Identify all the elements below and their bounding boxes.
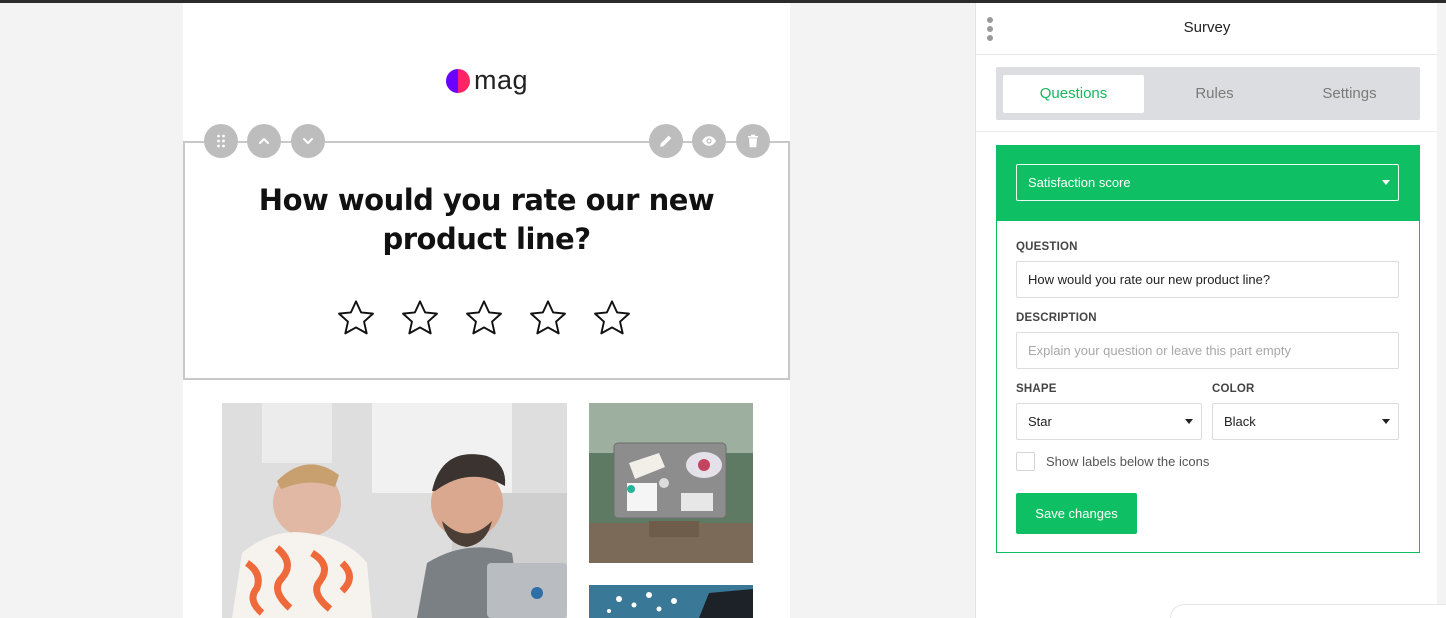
move-down-button[interactable] [291,124,325,158]
question-type-header: Satisfaction score [996,145,1420,221]
show-labels-checkbox[interactable] [1016,452,1035,471]
scrollbar[interactable] [1437,3,1446,618]
shape-select[interactable]: Star [1016,403,1202,440]
drag-handle-icon [217,134,225,148]
question-title: How would you rate our new product line? [258,183,715,256]
eye-icon [702,136,716,146]
move-up-button[interactable] [247,124,281,158]
photo-laptop-stickers [589,403,753,563]
star-icon[interactable] [463,297,505,339]
divider [976,131,1438,132]
question-type-value: Satisfaction score [1028,175,1131,190]
caret-down-icon [1382,180,1390,185]
star-icon[interactable] [399,297,441,339]
question-input-value: How would you rate our new product line? [1028,272,1271,287]
panel-header: Survey [976,3,1438,55]
tab-rules[interactable]: Rules [1144,75,1285,113]
show-labels-label[interactable]: Show labels below the icons [1046,454,1209,469]
color-label: COLOR [1212,383,1255,395]
question-type-select[interactable]: Satisfaction score [1016,164,1399,201]
logo-mark-icon [446,68,470,93]
save-button[interactable]: Save changes [1016,493,1137,534]
panel-title: Survey [1183,19,1231,36]
caret-down-icon [1382,419,1390,424]
logo-text: mag [474,65,529,95]
editor-canvas: mag How would you rate our new product l… [0,3,975,618]
color-value: Black [1224,414,1256,429]
chevron-down-icon [303,138,313,144]
preview-button[interactable] [692,124,726,158]
tab-bar: Questions Rules Settings [996,67,1420,120]
star-icon[interactable] [591,297,633,339]
email-preview: mag How would you rate our new product l… [183,3,790,618]
floating-widget-edge [1170,604,1446,618]
drag-handle-button[interactable] [204,124,238,158]
edit-button[interactable] [649,124,683,158]
shape-label: SHAPE [1016,383,1057,395]
delete-button[interactable] [736,124,770,158]
survey-block[interactable]: How would you rate our new product line? [183,141,790,380]
survey-settings-panel: Survey Questions Rules Settings Satisfac… [975,3,1438,618]
star-icon[interactable] [527,297,569,339]
shape-value: Star [1028,414,1052,429]
description-label: DESCRIPTION [1016,312,1097,324]
description-placeholder: Explain your question or leave this part… [1028,343,1292,358]
description-input[interactable]: Explain your question or leave this part… [1016,332,1399,369]
tab-settings[interactable]: Settings [1279,75,1420,113]
color-select[interactable]: Black [1212,403,1399,440]
photo-two-men-laptop [222,403,567,618]
question-form: QUESTION How would you rate our new prod… [996,220,1420,553]
tab-questions[interactable]: Questions [1003,75,1144,113]
caret-down-icon [1185,419,1193,424]
star-icon[interactable] [335,297,377,339]
logo: mag [446,67,528,94]
chevron-up-icon [259,138,269,144]
trash-icon [748,134,758,148]
question-input[interactable]: How would you rate our new product line? [1016,261,1399,298]
star-rating[interactable] [335,297,633,339]
pencil-icon [660,135,672,147]
photo-water [589,585,753,618]
question-label: QUESTION [1016,241,1078,253]
